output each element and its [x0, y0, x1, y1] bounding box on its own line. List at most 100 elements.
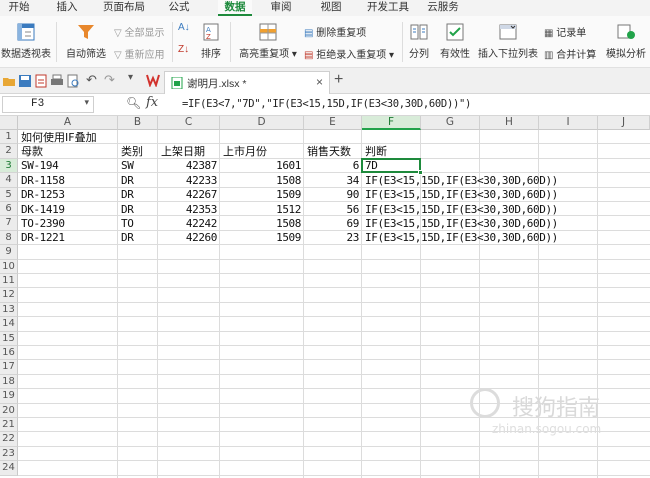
cell-c7[interactable]: 42242: [158, 216, 218, 231]
row-header-22[interactable]: 22: [0, 432, 18, 447]
cell-e3[interactable]: 6: [304, 158, 360, 173]
formula-input[interactable]: =IF(E3<7,"7D","IF(E3<15,15D,IF(E3<30,30D…: [182, 98, 471, 110]
cell-b7[interactable]: TO: [121, 216, 134, 231]
insert-dropdown-list-button[interactable]: 插入下拉列表: [476, 22, 540, 60]
sort-button[interactable]: AZ 排序: [198, 22, 224, 60]
row-header-7[interactable]: 7: [0, 216, 18, 231]
open-folder-icon[interactable]: [2, 74, 16, 88]
print-preview-icon[interactable]: [66, 74, 80, 88]
header-cell-f[interactable]: 判断: [365, 144, 387, 159]
cell-d7[interactable]: 1508: [220, 216, 301, 231]
row-header-16[interactable]: 16: [0, 346, 18, 361]
cell-b4[interactable]: DR: [121, 173, 134, 188]
pivot-table-button[interactable]: 数据透视表: [0, 22, 52, 60]
header-cell-a[interactable]: 母款: [21, 144, 43, 159]
cell-d3[interactable]: 1601: [220, 158, 301, 173]
save-icon[interactable]: [18, 74, 32, 88]
cell-c4[interactable]: 42233: [158, 173, 218, 188]
row-header-12[interactable]: 12: [0, 288, 18, 303]
record-form-button[interactable]: ▦ 记录单: [544, 24, 586, 39]
zoom-search-icon[interactable]: 🔍︎: [126, 96, 141, 110]
tab-formula[interactable]: 公式: [162, 0, 196, 16]
cell-b3[interactable]: SW: [121, 158, 134, 173]
what-if-analysis-button[interactable]: 模拟分析: [604, 22, 648, 60]
tab-review[interactable]: 审阅: [264, 0, 298, 16]
column-header-i[interactable]: I: [539, 116, 598, 130]
cell-e5[interactable]: 90: [304, 187, 360, 202]
cell-f5[interactable]: IF(E3<15,15D,IF(E3<30,30D,60D)): [365, 187, 558, 202]
cell-c3[interactable]: 42387: [158, 158, 218, 173]
tab-home[interactable]: 开始: [2, 0, 36, 16]
cell-d6[interactable]: 1512: [220, 202, 301, 217]
cell-f6[interactable]: IF(E3<15,15D,IF(E3<30,30D,60D)): [365, 202, 558, 217]
column-header-e[interactable]: E: [304, 116, 362, 130]
print-icon[interactable]: [50, 74, 64, 88]
column-header-h[interactable]: H: [480, 116, 539, 130]
undo-icon[interactable]: ↶: [86, 72, 100, 87]
export-pdf-icon[interactable]: [34, 74, 48, 88]
cell-a6[interactable]: DK-1419: [21, 202, 65, 217]
row-header-13[interactable]: 13: [0, 302, 18, 318]
cell-e7[interactable]: 69: [304, 216, 360, 231]
cell-b6[interactable]: DR: [121, 202, 134, 217]
cell-b8[interactable]: DR: [121, 230, 134, 245]
row-header-9[interactable]: 9: [0, 245, 18, 260]
tab-view[interactable]: 视图: [314, 0, 348, 16]
redo-icon[interactable]: ↷: [104, 72, 118, 87]
cell-f4[interactable]: IF(E3<15,15D,IF(E3<30,30D,60D)): [365, 173, 558, 188]
highlight-duplicates-button[interactable]: 高亮重复项 ▾: [236, 22, 300, 60]
row-header-1[interactable]: 1: [0, 130, 18, 145]
row-header-17[interactable]: 17: [0, 360, 18, 375]
tab-page-layout[interactable]: 页面布局: [98, 0, 150, 16]
row-header-18[interactable]: 18: [0, 374, 18, 390]
tab-insert[interactable]: 插入: [50, 0, 84, 16]
row-header-10[interactable]: 10: [0, 259, 18, 274]
row-header-5[interactable]: 5: [0, 187, 18, 202]
remove-duplicates-button[interactable]: ▤ 删除重复项: [304, 24, 366, 39]
row-header-14[interactable]: 14: [0, 317, 18, 332]
close-icon[interactable]: ×: [316, 75, 323, 89]
row-header-24[interactable]: 24: [0, 461, 18, 476]
text-to-columns-button[interactable]: 分列: [406, 22, 432, 60]
chevron-down-icon[interactable]: ▾: [84, 97, 89, 108]
reapply-button[interactable]: ▽ 重新应用: [114, 46, 164, 61]
row-header-20[interactable]: 20: [0, 403, 18, 418]
cell-e8[interactable]: 23: [304, 230, 360, 245]
row-header-11[interactable]: 11: [0, 274, 18, 289]
cell-d8[interactable]: 1509: [220, 230, 301, 245]
cell-c5[interactable]: 42267: [158, 187, 218, 202]
cell-a3[interactable]: SW-194: [21, 158, 59, 173]
sort-descending-button[interactable]: Z↓: [178, 44, 189, 55]
consolidate-button[interactable]: ▥ 合并计算: [544, 46, 596, 61]
document-tab[interactable]: 谢明月.xlsx * ×: [164, 71, 330, 94]
name-box[interactable]: F3 ▾: [2, 96, 94, 113]
header-cell-b[interactable]: 类别: [121, 144, 143, 159]
column-header-g[interactable]: G: [421, 116, 480, 130]
tab-data[interactable]: 数据: [218, 0, 252, 16]
cell-a5[interactable]: DR-1253: [21, 187, 65, 202]
cell-e6[interactable]: 56: [304, 202, 360, 217]
active-cell-selection[interactable]: [361, 157, 421, 174]
row-header-23[interactable]: 23: [0, 446, 18, 462]
validity-button[interactable]: 有效性: [438, 22, 472, 60]
header-cell-d[interactable]: 上市月份: [223, 144, 267, 159]
row-header-3[interactable]: 3: [0, 158, 18, 174]
column-header-j[interactable]: J: [598, 116, 650, 130]
row-header-8[interactable]: 8: [0, 230, 18, 246]
chevron-down-icon[interactable]: ▾: [128, 72, 142, 86]
row-header-4[interactable]: 4: [0, 173, 18, 188]
header-cell-e[interactable]: 销售天数: [307, 144, 351, 159]
select-all-corner[interactable]: [0, 116, 18, 130]
new-tab-icon[interactable]: +: [334, 71, 343, 89]
reject-duplicates-button[interactable]: ▤ 拒绝录入重复项 ▾: [304, 46, 394, 61]
cell-c6[interactable]: 42353: [158, 202, 218, 217]
column-header-b[interactable]: B: [118, 116, 158, 130]
cell-d5[interactable]: 1509: [220, 187, 301, 202]
cell-e4[interactable]: 34: [304, 173, 360, 188]
sort-ascending-button[interactable]: A↓: [178, 22, 190, 33]
cell-f7[interactable]: IF(E3<15,15D,IF(E3<30,30D,60D)): [365, 216, 558, 231]
tab-cloud[interactable]: 云服务: [422, 0, 464, 16]
row-header-15[interactable]: 15: [0, 331, 18, 346]
header-cell-c[interactable]: 上架日期: [161, 144, 205, 159]
cell-a1-title[interactable]: 如何使用IF叠加: [21, 130, 97, 145]
